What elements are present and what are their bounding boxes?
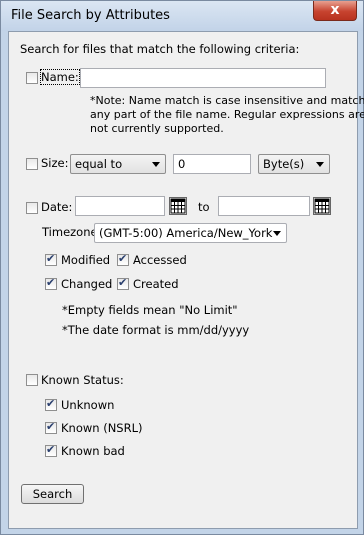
known-bad-label[interactable]: Known bad (61, 444, 125, 458)
size-label[interactable]: Size: (41, 156, 68, 170)
created-checkbox[interactable] (117, 276, 129, 290)
date-format-note: *The date format is mm/dd/yyyy (62, 323, 250, 337)
size-unit-value: Byte(s) (263, 157, 305, 171)
name-note-line-3: not currently supported. (90, 122, 224, 135)
title-bar[interactable]: File Search by Attributes x (1, 1, 363, 31)
known-nsrl-label[interactable]: Known (NSRL) (61, 421, 143, 435)
unknown-label[interactable]: Unknown (61, 398, 114, 412)
date-to-calendar-button[interactable] (313, 197, 331, 215)
created-label[interactable]: Created (133, 277, 179, 291)
date-checkbox[interactable] (26, 202, 38, 214)
size-unit-dropdown[interactable]: Byte(s) (258, 154, 330, 174)
chevron-down-icon (152, 162, 160, 167)
calendar-icon (170, 198, 186, 214)
window-title: File Search by Attributes (11, 8, 170, 23)
timezone-dropdown[interactable]: (GMT-5:00) America/New_York (94, 223, 287, 243)
date-to-label: to (198, 200, 210, 214)
name-note: *Note: Name match is case insensitive an… (90, 94, 364, 136)
date-from-calendar-button[interactable] (169, 197, 187, 215)
close-icon: x (330, 2, 340, 18)
date-to-input[interactable] (218, 196, 310, 216)
timezone-value: (GMT-5:00) America/New_York (99, 226, 273, 240)
name-label[interactable]: Name: (40, 69, 80, 85)
name-note-line-2: any part of the file name. Regular expre… (90, 108, 364, 121)
accessed-label[interactable]: Accessed (133, 253, 187, 267)
dialog-window: File Search by Attributes x Search for f… (0, 0, 364, 535)
calendar-icon (314, 198, 330, 214)
changed-checkbox[interactable] (45, 276, 57, 290)
timezone-label: Timezone: (42, 225, 102, 239)
empty-fields-note: *Empty fields mean "No Limit" (62, 303, 238, 317)
size-checkbox[interactable] (26, 158, 38, 170)
criteria-heading: Search for files that match the followin… (20, 42, 300, 56)
known-bad-checkbox[interactable] (45, 443, 57, 457)
accessed-checkbox[interactable] (117, 252, 129, 266)
date-label[interactable]: Date: (41, 200, 72, 214)
unknown-checkbox[interactable] (45, 397, 57, 411)
name-input[interactable] (80, 68, 326, 88)
size-operator-value: equal to (75, 157, 123, 171)
modified-label[interactable]: Modified (61, 253, 110, 267)
name-checkbox[interactable] (26, 72, 38, 84)
chevron-down-icon (316, 162, 324, 167)
known-status-label[interactable]: Known Status: (41, 373, 124, 387)
chevron-down-icon (273, 231, 281, 236)
known-nsrl-checkbox[interactable] (45, 420, 57, 434)
date-from-input[interactable] (75, 196, 165, 216)
dialog-body: Search for files that match the followin… (8, 31, 364, 529)
close-button[interactable]: x (313, 1, 357, 21)
changed-label[interactable]: Changed (61, 277, 112, 291)
search-button[interactable]: Search (21, 484, 84, 504)
known-status-checkbox[interactable] (26, 374, 38, 386)
size-value-input[interactable]: 0 (173, 154, 251, 174)
modified-checkbox[interactable] (45, 252, 57, 266)
size-operator-dropdown[interactable]: equal to (70, 154, 166, 174)
name-note-line-1: *Note: Name match is case insensitive an… (90, 94, 364, 107)
